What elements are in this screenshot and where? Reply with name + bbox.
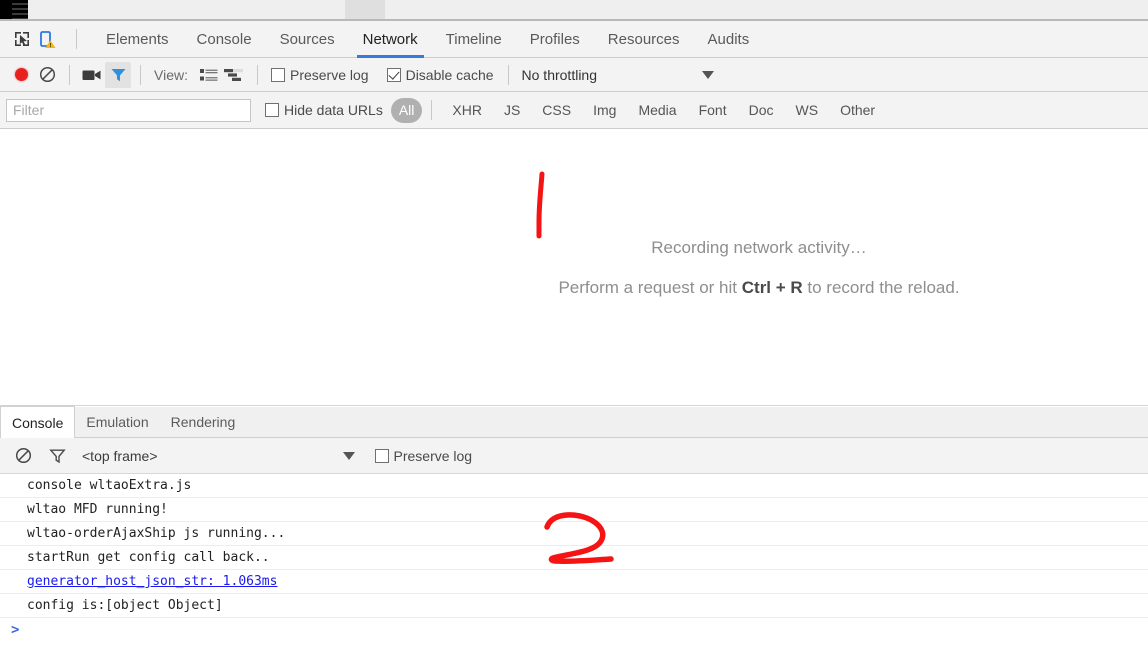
waterfall-view-icon[interactable] xyxy=(222,62,248,88)
clear-button[interactable] xyxy=(34,62,60,88)
tab-resources[interactable]: Resources xyxy=(594,21,694,58)
console-log-row[interactable]: config is:[object Object] xyxy=(0,594,1148,618)
console-preserve-log-label: Preserve log xyxy=(393,447,473,464)
devtools-panel-tabs: Elements Console Sources Network Timelin… xyxy=(92,21,763,58)
console-log-row-timing[interactable]: generator_host_json_str: 1.063ms xyxy=(0,570,1148,594)
filter-type-css[interactable]: CSS xyxy=(531,102,582,118)
console-log-row[interactable]: console wltaoExtra.js xyxy=(0,474,1148,498)
filter-type-doc[interactable]: Doc xyxy=(738,102,785,118)
page-edge-black-block xyxy=(0,0,28,20)
tab-timeline-label: Timeline xyxy=(445,30,502,48)
inspect-element-icon[interactable] xyxy=(9,26,35,52)
filter-button[interactable] xyxy=(105,61,131,88)
drawer-tab-console[interactable]: Console xyxy=(0,406,76,438)
console-toolbar: <top frame> Preserve log xyxy=(0,438,1148,474)
hide-data-urls-label: Hide data URLs xyxy=(284,102,383,118)
tab-console-label: Console xyxy=(196,30,252,48)
execution-context-selector[interactable]: <top frame> xyxy=(82,448,355,464)
network-filter-bar: Hide data URLs All XHR JS CSS Img Media … xyxy=(0,92,1148,129)
horizontal-scrollbar-thumb[interactable] xyxy=(345,0,385,19)
console-log-row[interactable]: wltao-orderAjaxShip js running... xyxy=(0,522,1148,546)
record-icon xyxy=(14,68,28,81)
console-preserve-log-checkbox[interactable]: Preserve log xyxy=(374,447,473,464)
console-log-row[interactable]: startRun get config call back.. xyxy=(0,546,1148,570)
hide-data-urls-checkbox[interactable]: Hide data URLs xyxy=(265,102,383,118)
view-label: View: xyxy=(154,66,188,83)
list-view-icon[interactable] xyxy=(196,62,222,88)
toolbar-divider xyxy=(76,29,77,49)
tab-network-label: Network xyxy=(362,30,418,48)
preserve-log-checkbox[interactable]: Preserve log xyxy=(270,66,369,83)
filter-type-js[interactable]: JS xyxy=(493,102,531,118)
drawer-tabbar: Console Emulation Rendering xyxy=(0,406,1148,438)
network-toolbar-divider-4 xyxy=(507,64,509,85)
network-toolbar-divider-2 xyxy=(140,64,141,85)
clear-console-icon[interactable] xyxy=(10,443,36,469)
recording-message: Recording network activity… xyxy=(651,237,867,257)
console-preserve-log-box xyxy=(374,448,389,463)
console-log-row[interactable]: wltao MFD running! xyxy=(0,498,1148,522)
devtools-window: Elements Console Sources Network Timelin… xyxy=(0,0,1148,651)
chevron-down-icon xyxy=(702,70,714,79)
throttling-value: No throttling xyxy=(521,66,597,83)
execution-context-value: <top frame> xyxy=(82,447,158,464)
preserve-log-label: Preserve log xyxy=(289,66,369,83)
network-toolbar: View: Preserve log Disable cache No thro… xyxy=(0,58,1148,92)
drawer-tab-rendering-label: Rendering xyxy=(170,413,236,430)
console-output: console wltaoExtra.js wltao MFD running!… xyxy=(0,474,1148,651)
filter-type-img[interactable]: Img xyxy=(582,102,627,118)
recording-hint: Perform a request or hit Ctrl + R to rec… xyxy=(558,278,959,298)
disable-cache-label: Disable cache xyxy=(405,66,494,83)
drawer-tab-rendering[interactable]: Rendering xyxy=(160,406,247,437)
network-toolbar-divider-3 xyxy=(256,64,258,85)
hint-shortcut: Ctrl + R xyxy=(741,277,803,297)
hint-prefix: Perform a request or hit xyxy=(558,277,742,297)
tab-profiles[interactable]: Profiles xyxy=(516,21,594,58)
tab-profiles-label: Profiles xyxy=(529,30,580,48)
devtools-tool-icons xyxy=(0,26,86,52)
camera-button[interactable] xyxy=(79,62,105,88)
drawer-tab-console-label: Console xyxy=(12,414,64,431)
filter-type-all[interactable]: All xyxy=(390,97,423,123)
filter-type-other[interactable]: Other xyxy=(829,102,886,118)
filter-input[interactable] xyxy=(6,98,251,122)
filter-type-ws[interactable]: WS xyxy=(785,102,830,118)
hide-data-urls-box xyxy=(265,103,279,117)
page-top-strip xyxy=(0,0,1148,21)
console-filter-icon[interactable] xyxy=(44,443,70,469)
preserve-log-box xyxy=(270,67,285,82)
filter-type-xhr[interactable]: XHR xyxy=(441,102,493,118)
tab-sources[interactable]: Sources xyxy=(266,21,349,58)
drawer-tab-emulation-label: Emulation xyxy=(86,413,149,430)
device-toolbar-icon[interactable] xyxy=(35,26,61,52)
tab-timeline[interactable]: Timeline xyxy=(432,21,516,58)
console-prompt[interactable]: > xyxy=(0,618,1148,642)
devtools-tabbar: Elements Console Sources Network Timelin… xyxy=(0,21,1148,58)
network-requests-panel: Recording network activity… Perform a re… xyxy=(0,129,1148,406)
disable-cache-checkbox[interactable]: Disable cache xyxy=(386,66,494,83)
tab-audits[interactable]: Audits xyxy=(694,21,764,58)
tab-console[interactable]: Console xyxy=(183,21,266,58)
record-button[interactable] xyxy=(8,62,34,88)
throttling-dropdown[interactable]: No throttling xyxy=(522,67,714,83)
tab-network[interactable]: Network xyxy=(349,21,432,58)
filter-type-media[interactable]: Media xyxy=(627,102,687,118)
network-empty-state: Recording network activity… Perform a re… xyxy=(0,129,1148,405)
filter-type-font[interactable]: Font xyxy=(688,102,738,118)
drawer-tab-emulation[interactable]: Emulation xyxy=(75,406,159,437)
tab-sources-label: Sources xyxy=(279,30,335,48)
prompt-chevron-icon: > xyxy=(11,621,20,638)
tab-elements[interactable]: Elements xyxy=(92,21,183,58)
network-toolbar-divider-1 xyxy=(69,64,70,85)
tab-audits-label: Audits xyxy=(707,30,750,48)
disable-cache-box xyxy=(386,67,401,82)
filter-divider xyxy=(431,100,433,120)
chevron-down-icon xyxy=(342,451,355,460)
hint-suffix: to record the reload. xyxy=(802,277,960,297)
tab-resources-label: Resources xyxy=(607,30,680,48)
tab-elements-label: Elements xyxy=(106,30,169,48)
